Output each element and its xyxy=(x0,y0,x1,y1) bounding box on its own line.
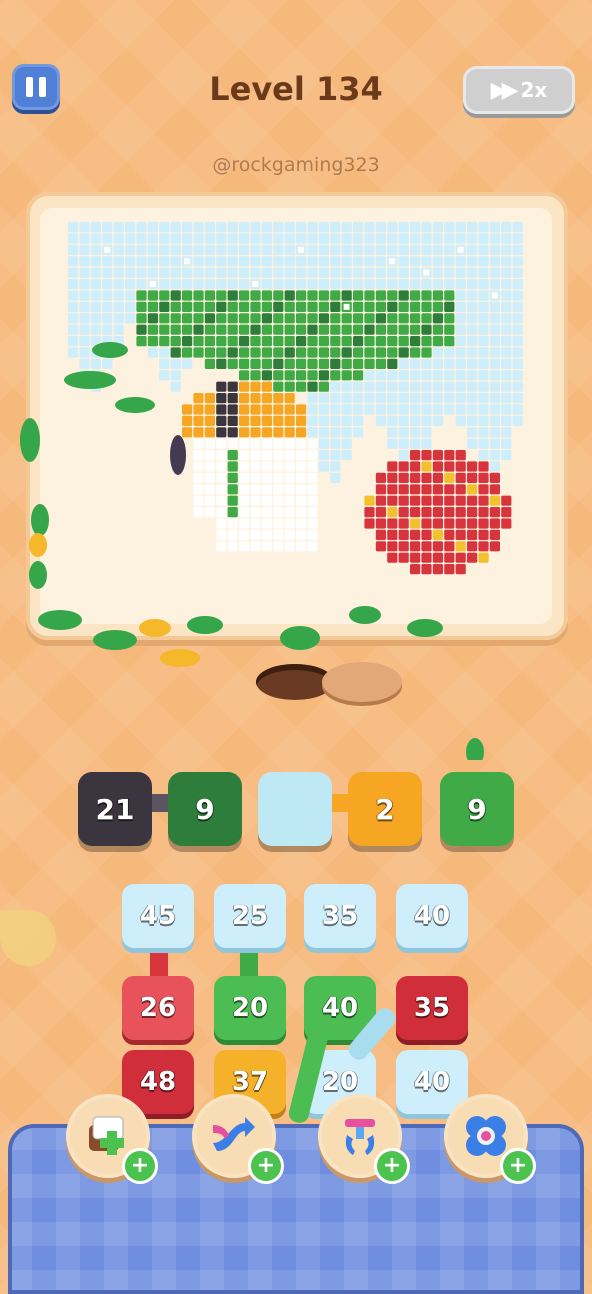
hole-lid xyxy=(322,662,402,702)
add-booster-icon[interactable]: + xyxy=(374,1148,410,1184)
queue-block[interactable]: 9 xyxy=(168,772,242,846)
grid-block[interactable]: 20 xyxy=(214,976,286,1040)
booster-add-slot-button[interactable]: + xyxy=(66,1094,158,1184)
claw-icon xyxy=(345,1119,375,1155)
add-booster-icon[interactable]: + xyxy=(122,1148,158,1184)
booster-shuffle-button[interactable]: + xyxy=(192,1094,284,1184)
booster-claw-button[interactable]: + xyxy=(318,1094,410,1184)
queue-block[interactable]: 2 xyxy=(348,772,422,846)
add-booster-icon[interactable]: + xyxy=(500,1148,536,1184)
queue-block[interactable] xyxy=(258,772,332,846)
grid-block[interactable]: 26 xyxy=(122,976,194,1040)
block-grid: 45 25 35 40 26 20 40 35 48 37 20 40 xyxy=(0,884,592,1125)
shuffle-icon xyxy=(213,1117,255,1151)
grid-block[interactable]: 40 xyxy=(396,884,468,948)
ant-group-left xyxy=(20,342,484,760)
ant-dark xyxy=(170,435,186,475)
queue-block[interactable]: 9 xyxy=(440,772,514,846)
queue-block[interactable]: 21 xyxy=(78,772,152,846)
add-booster-icon[interactable]: + xyxy=(248,1148,284,1184)
booster-flower-button[interactable]: + xyxy=(444,1094,536,1184)
grid-block[interactable]: 35 xyxy=(396,976,468,1040)
add-tile-icon xyxy=(89,1116,124,1155)
grid-block[interactable]: 45 xyxy=(122,884,194,948)
ants-layer xyxy=(20,342,484,760)
queue-row: 21 9 2 9 xyxy=(0,772,592,854)
grid-block[interactable]: 25 xyxy=(214,884,286,948)
grid-block[interactable]: 35 xyxy=(304,884,376,948)
